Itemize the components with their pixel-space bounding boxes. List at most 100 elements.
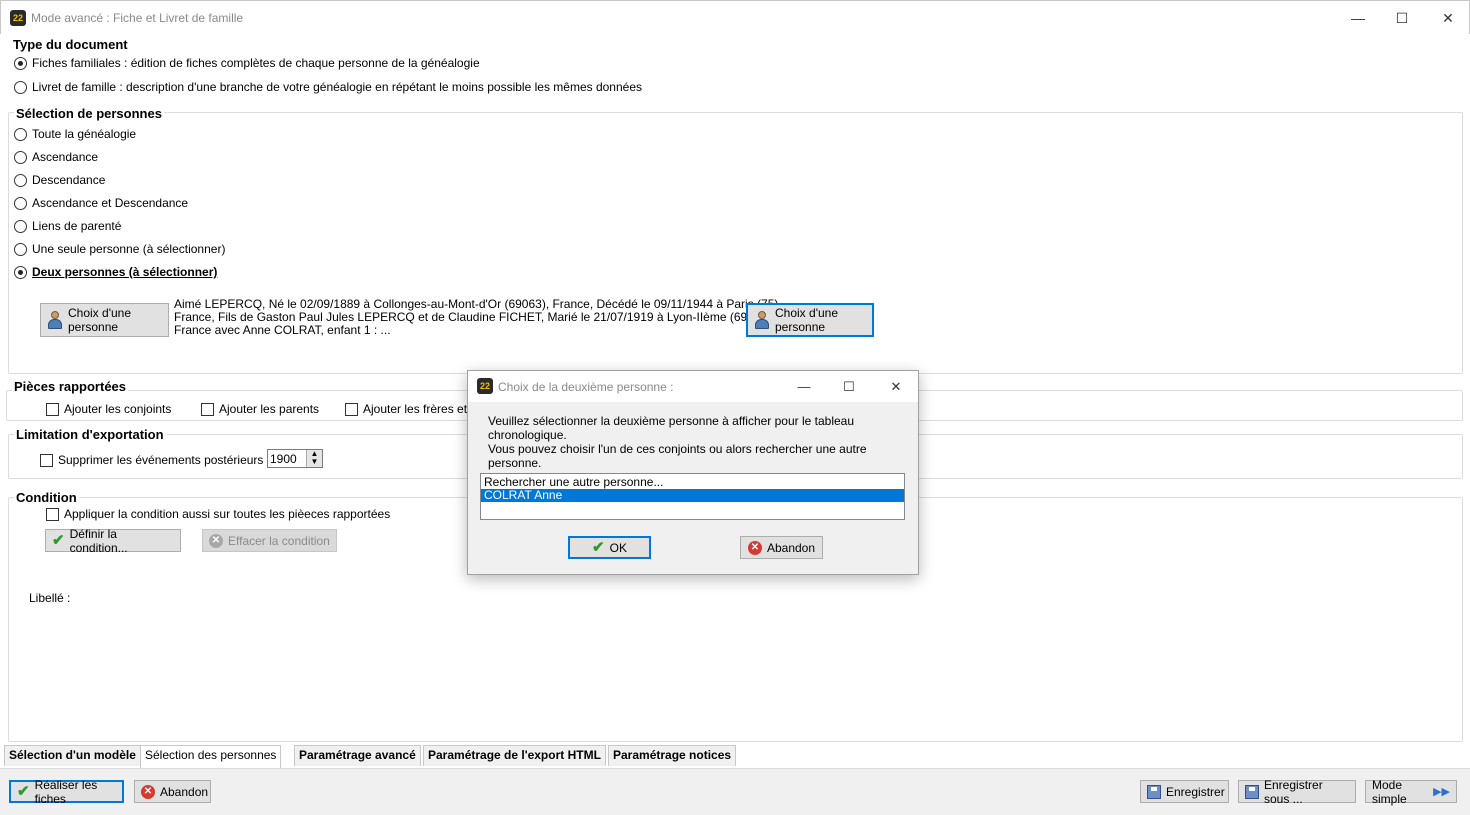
check-label: Supprimer les événements postérieurs à :: [58, 453, 281, 467]
dialog-cancel-label: Abandon: [766, 540, 816, 555]
type-option-fiches[interactable]: Fiches familiales : édition de fiches co…: [14, 56, 480, 70]
check-label: Ajouter les conjoints: [64, 402, 172, 416]
pieces-title: Pièces rapportées: [12, 379, 129, 394]
selection-option-toute[interactable]: Toute la généalogie: [14, 127, 136, 141]
choose-person-2-button[interactable]: Choix d'une personne: [746, 303, 874, 337]
choose-person-label: Choix d'une personne: [775, 306, 838, 334]
dialog-title: Choix de la deuxième personne :: [498, 380, 674, 394]
person-listbox[interactable]: Rechercher une autre personne... COLRAT …: [480, 473, 905, 520]
check-label: Ajouter les parents: [219, 402, 320, 416]
tab-export-html[interactable]: Paramétrage de l'export HTML: [423, 745, 606, 766]
simple-mode-button[interactable]: Mode simple ▶▶: [1365, 777, 1457, 806]
stepper-arrows-icon[interactable]: ▲ ▼: [306, 450, 322, 467]
tab-selection-personnes[interactable]: Sélection des personnes: [140, 745, 282, 768]
checkmark-icon: ✔: [52, 532, 65, 549]
selection-option-label: Deux personnes (à sélectionner): [32, 265, 218, 279]
dialog-message-line: Veuillez sélectionner la deuxième person…: [488, 414, 855, 442]
radio-icon[interactable]: [14, 265, 27, 279]
libelle-label: Libellé :: [29, 591, 71, 605]
app-icon: 22: [10, 10, 26, 26]
check-ajouter-parents[interactable]: Ajouter les parents: [201, 402, 319, 416]
cancel-icon: ✕: [141, 784, 155, 799]
simple-mode-label: Mode simple: [1372, 777, 1407, 806]
checkbox-icon[interactable]: [345, 402, 358, 416]
radio-icon[interactable]: [14, 242, 27, 256]
minimize-icon[interactable]: —: [1335, 1, 1381, 35]
cancel-button[interactable]: ✕ Abandon: [134, 780, 211, 803]
person-icon: [754, 311, 770, 329]
checkbox-icon[interactable]: [46, 507, 59, 521]
selection-option-label: Toute la généalogie: [32, 127, 137, 141]
tab-parametrage-avance[interactable]: Paramétrage avancé: [294, 745, 421, 766]
save-button[interactable]: Enregistrer: [1140, 780, 1229, 803]
checkmark-icon: ✔: [17, 783, 30, 800]
clear-condition-label: Effacer la condition: [228, 533, 330, 548]
selection-title: Sélection de personnes: [14, 106, 164, 121]
check-supprimer-evenements[interactable]: Supprimer les événements postérieurs à :: [40, 453, 280, 467]
clear-condition-button[interactable]: ✕ Effacer la condition: [202, 529, 337, 552]
type-option-label: Fiches familiales : édition de fiches co…: [32, 56, 480, 70]
check-appliquer-condition[interactable]: Appliquer la condition aussi sur toutes …: [46, 507, 390, 521]
tab-parametrage-notices[interactable]: Paramétrage notices: [608, 745, 737, 766]
selection-option-liens[interactable]: Liens de parenté: [14, 219, 121, 233]
run-button-label: Réaliser les fiches: [34, 777, 98, 806]
type-option-livret[interactable]: Livret de famille : description d'une br…: [14, 80, 642, 94]
selection-option-une[interactable]: Une seule personne (à sélectionner): [14, 242, 225, 256]
radio-icon[interactable]: [14, 219, 27, 233]
selection-option-deux[interactable]: Deux personnes (à sélectionner): [14, 265, 217, 279]
radio-icon[interactable]: [14, 150, 27, 164]
list-item[interactable]: COLRAT Anne: [481, 489, 904, 502]
close-icon[interactable]: ✕: [878, 371, 914, 402]
checkmark-icon: ✔: [592, 539, 605, 556]
checkbox-icon[interactable]: [40, 453, 53, 467]
selection-option-descendance[interactable]: Descendance: [14, 173, 105, 187]
selection-option-ascendance[interactable]: Ascendance: [14, 150, 98, 164]
choose-person-1-button[interactable]: Choix d'une personne: [40, 303, 169, 337]
radio-icon[interactable]: [14, 173, 27, 187]
check-label: Appliquer la condition aussi sur toutes …: [64, 507, 391, 521]
double-chevron-right-icon: ▶▶: [1433, 786, 1450, 798]
checkbox-icon[interactable]: [201, 402, 214, 416]
check-ajouter-conjoints[interactable]: Ajouter les conjoints: [46, 402, 171, 416]
define-condition-label: Définir la condition...: [69, 526, 128, 555]
selection-option-label: Liens de parenté: [32, 219, 122, 233]
radio-icon[interactable]: [14, 127, 27, 141]
dialog-cancel-button[interactable]: ✕ Abandon: [740, 536, 823, 559]
save-icon: [1147, 784, 1161, 799]
cancel-button-label: Abandon: [160, 784, 209, 799]
dialog-message-line: Vous pouvez choisir l'un de ces conjoint…: [488, 442, 867, 470]
checkbox-icon[interactable]: [46, 402, 59, 416]
cancel-icon: ✕: [747, 540, 762, 555]
selection-option-asc-desc[interactable]: Ascendance et Descendance: [14, 196, 188, 210]
tab-selection-modele[interactable]: Sélection d'un modèle: [4, 745, 141, 766]
person-1-description: Aimé LEPERCQ, Né le 02/09/1889 à Collong…: [174, 298, 782, 337]
choose-second-person-dialog: 22 Choix de la deuxième personne : — ☐ ✕…: [467, 370, 919, 575]
minimize-icon[interactable]: —: [786, 371, 822, 402]
dialog-title-bar: 22 Choix de la deuxième personne : — ☐ ✕: [468, 371, 918, 402]
ok-button[interactable]: ✔ OK: [568, 536, 651, 559]
close-icon[interactable]: ✕: [1425, 1, 1470, 35]
selection-option-label: Descendance: [32, 173, 106, 187]
year-input[interactable]: [268, 450, 306, 467]
maximize-icon[interactable]: ☐: [831, 371, 867, 402]
maximize-icon[interactable]: ☐: [1379, 1, 1425, 35]
tab-strip: Sélection d'un modèle Sélection des pers…: [0, 745, 1470, 768]
radio-icon[interactable]: [14, 56, 27, 70]
window-title: Mode avancé : Fiche et Livret de famille: [31, 11, 244, 25]
choose-person-label: Choix d'une personne: [68, 306, 131, 334]
year-stepper[interactable]: ▲▼: [267, 449, 323, 468]
run-button[interactable]: ✔ Réaliser les fiches: [9, 777, 124, 806]
limitation-title: Limitation d'exportation: [14, 427, 166, 442]
type-document-title: Type du document: [13, 37, 128, 52]
ok-button-label: OK: [609, 540, 627, 555]
person-1-line: France avec Anne COLRAT, enfant 1 : ...: [174, 323, 391, 337]
app-icon: 22: [477, 378, 493, 394]
define-condition-button[interactable]: ✔ Définir la condition...: [45, 526, 181, 555]
person-icon: [47, 311, 63, 329]
save-as-button[interactable]: Enregistrer sous ...: [1238, 777, 1356, 806]
selection-option-label: Ascendance: [32, 150, 99, 164]
radio-icon[interactable]: [14, 196, 27, 210]
save-as-button-label: Enregistrer sous ...: [1264, 777, 1323, 806]
radio-icon[interactable]: [14, 80, 27, 94]
save-button-label: Enregistrer: [1166, 784, 1225, 799]
